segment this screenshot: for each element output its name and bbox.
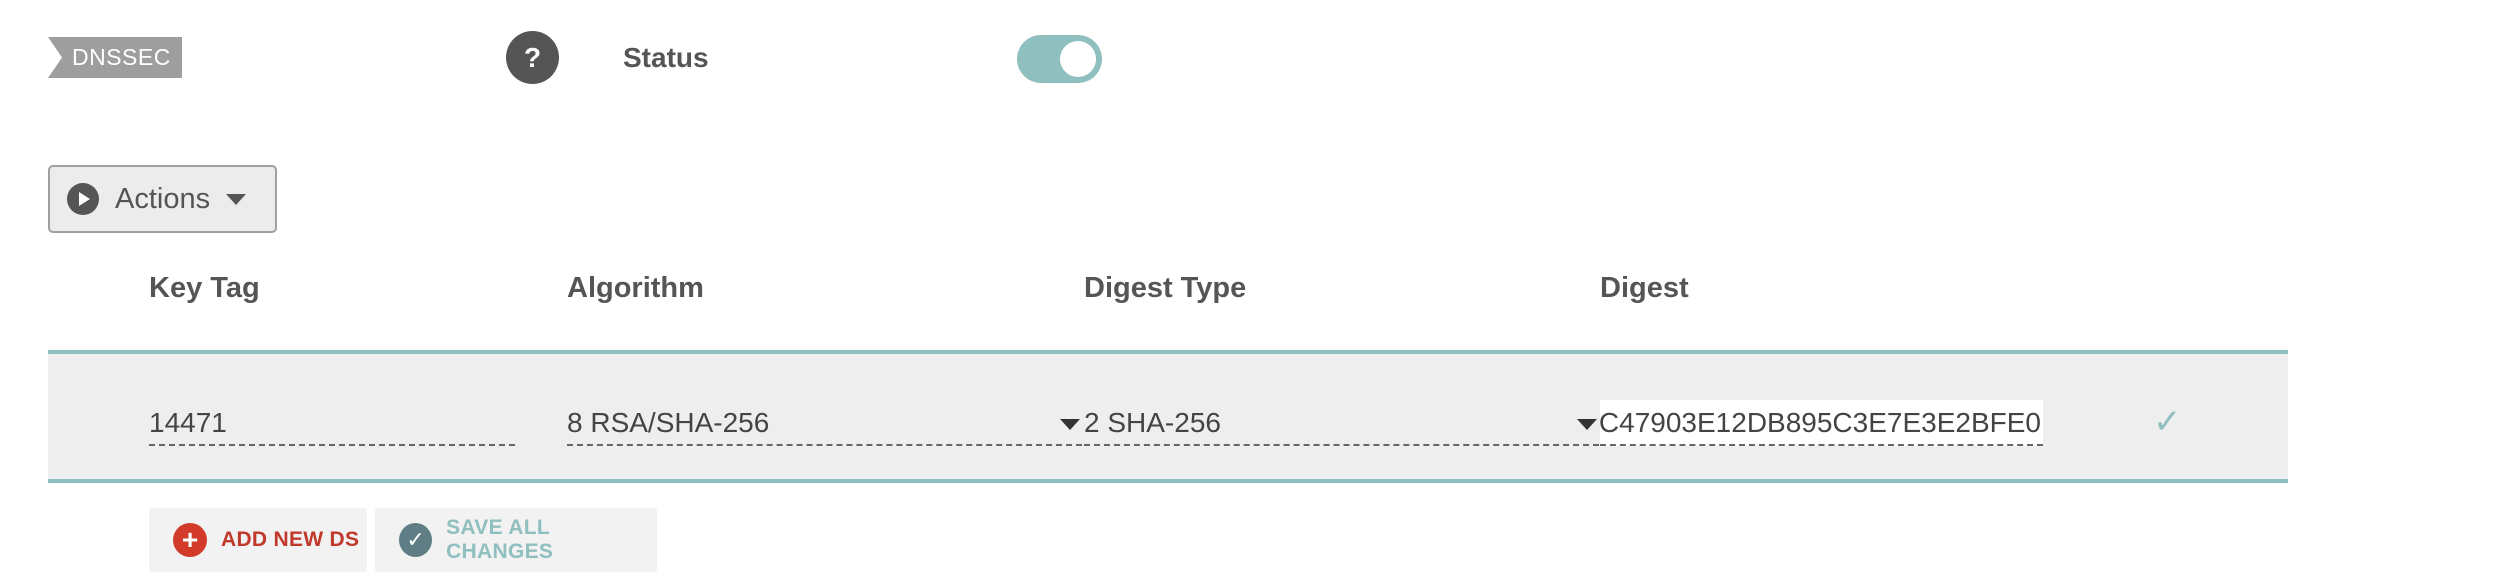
- add-new-ds-label: ADD NEW DS: [221, 528, 360, 551]
- digest-value: 3C47903E12DB895C3E7E3E2BFE0: [1600, 407, 2041, 438]
- caret-down-icon: [1060, 419, 1080, 430]
- play-icon: [67, 183, 99, 215]
- checkmark-icon[interactable]: ✓: [2153, 402, 2182, 442]
- save-all-changes-label: SAVE ALL CHANGES: [446, 516, 554, 563]
- header-digest-type: Digest Type: [1084, 272, 1247, 304]
- check-circle-icon: ✓: [399, 523, 433, 557]
- toggle-knob: [1060, 41, 1096, 77]
- key-tag-input[interactable]: 14471: [149, 400, 515, 446]
- algorithm-select[interactable]: 8 RSA/SHA-256: [567, 400, 1082, 446]
- question-icon[interactable]: ?: [506, 31, 559, 84]
- status-label: Status: [623, 42, 709, 73]
- add-new-ds-button[interactable]: + ADD NEW DS: [149, 508, 367, 572]
- digest-input[interactable]: 3C47903E12DB895C3E7E3E2BFE0: [1600, 400, 2043, 446]
- actions-dropdown-button[interactable]: Actions: [48, 165, 277, 233]
- dnssec-panel: DNSSEC ? Status Actions Key Tag Algorith…: [0, 0, 2500, 578]
- algorithm-value: 8 RSA/SHA-256: [567, 407, 770, 438]
- plus-circle-icon: +: [173, 523, 207, 557]
- digest-type-select[interactable]: 2 SHA-256: [1084, 400, 1599, 446]
- caret-down-icon: [226, 193, 247, 205]
- digest-type-value: 2 SHA-256: [1084, 407, 1221, 438]
- actions-label: Actions: [115, 182, 211, 215]
- header-algorithm: Algorithm: [567, 272, 704, 304]
- header-digest: Digest: [1600, 272, 1689, 304]
- caret-down-icon: [1577, 419, 1597, 430]
- ds-record-row: 14471 8 RSA/SHA-256 2 SHA-256 3C47903E12…: [48, 350, 2288, 483]
- header-key-tag: Key Tag: [149, 272, 260, 304]
- dnssec-section-tag: DNSSEC: [48, 37, 182, 78]
- status-toggle[interactable]: [1017, 35, 1102, 83]
- save-all-changes-button[interactable]: ✓ SAVE ALL CHANGES: [375, 508, 657, 572]
